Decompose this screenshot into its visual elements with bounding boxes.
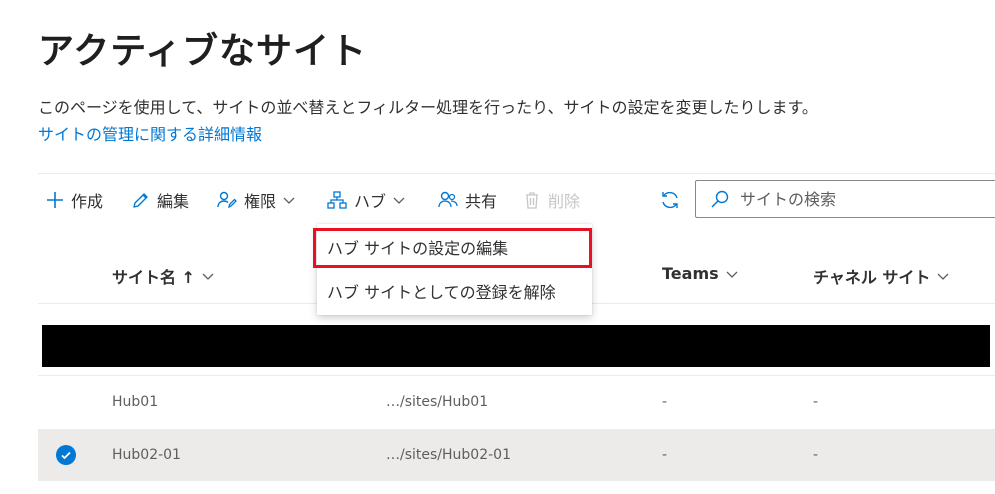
channel-site-cell: - [813, 447, 819, 463]
annotation-highlight-box [313, 228, 592, 268]
menu-item-unregister-hub[interactable]: ハブ サイトとしての登録を解除 [317, 272, 592, 314]
create-button[interactable]: 作成 [45, 186, 103, 214]
channel-site-cell: - [813, 394, 819, 410]
chevron-down-icon [937, 273, 949, 280]
search-input[interactable] [738, 188, 982, 210]
table-row-selected[interactable]: Hub02-01 …/sites/Hub02-01 - - [38, 429, 995, 481]
create-label: 作成 [71, 192, 104, 211]
toolbar-divider [38, 173, 995, 174]
share-button[interactable]: 共有 [437, 186, 497, 214]
hub-org-icon [327, 191, 347, 209]
column-header-channel-site[interactable]: チャネル サイト [813, 264, 950, 288]
site-name-cell[interactable]: Hub02-01 [112, 429, 181, 481]
edit-button[interactable]: 編集 [131, 186, 189, 214]
table-row[interactable]: Hub01 …/sites/Hub01 - - [38, 376, 995, 428]
hub-button[interactable]: ハブ [326, 186, 406, 214]
page-title: アクティブなサイト [38, 31, 368, 72]
chevron-down-icon [202, 273, 214, 280]
search-icon [711, 190, 729, 208]
checkmark-icon [61, 451, 71, 460]
chevron-down-icon [726, 271, 738, 278]
search-box[interactable] [695, 180, 995, 218]
row-select-checkbox[interactable] [56, 445, 76, 465]
delete-label: 削除 [548, 192, 581, 211]
share-label: 共有 [465, 192, 498, 211]
page-description: このページを使用して、サイトの並べ替えとフィルター処理を行ったり、サイトの設定を… [38, 98, 818, 117]
chevron-down-icon [393, 197, 405, 204]
learn-more-link[interactable]: サイトの管理に関する詳細情報 [38, 121, 262, 145]
share-people-icon [438, 191, 458, 208]
column-header-label: チャネル サイト [813, 268, 931, 287]
url-cell: …/sites/Hub02-01 [386, 447, 511, 463]
redacted-row [42, 325, 990, 367]
column-header-label: Teams [662, 264, 719, 283]
trash-icon [526, 192, 538, 209]
teams-cell: - [662, 394, 668, 410]
column-header-label: サイト名 ↑ [112, 268, 195, 287]
pencil-icon [133, 193, 148, 208]
plus-icon [47, 192, 63, 208]
people-permission-icon [217, 191, 237, 209]
column-header-site-name[interactable]: サイト名 ↑ [112, 264, 215, 288]
column-header-teams[interactable]: Teams [662, 264, 739, 283]
hub-label: ハブ [354, 192, 387, 211]
permissions-button[interactable]: 権限 [216, 186, 296, 214]
url-cell: …/sites/Hub01 [386, 394, 489, 410]
permissions-label: 権限 [244, 192, 277, 211]
edit-label: 編集 [157, 192, 190, 211]
delete-button[interactable]: 削除 [522, 186, 580, 214]
site-name-cell[interactable]: Hub01 [112, 376, 158, 428]
refresh-icon [662, 191, 678, 209]
refresh-button[interactable] [659, 186, 687, 214]
teams-cell: - [662, 447, 668, 463]
chevron-down-icon [283, 197, 295, 204]
